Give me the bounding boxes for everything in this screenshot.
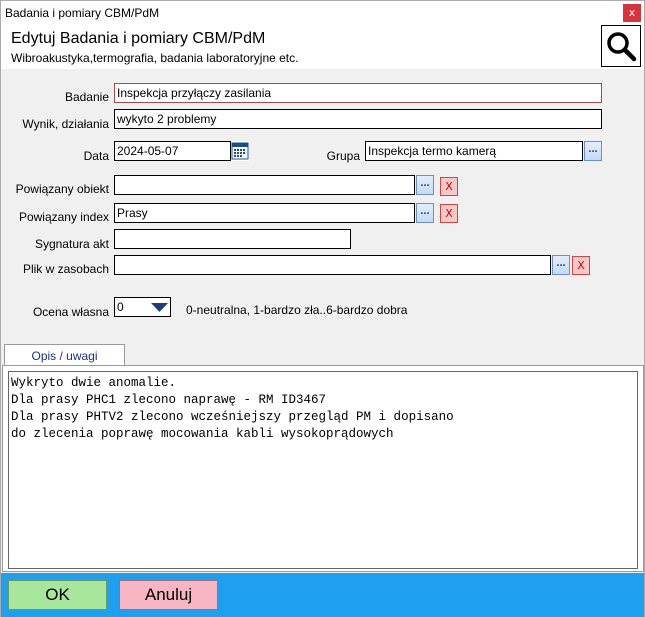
grupa-field[interactable]: Inspekcja termo kamerą xyxy=(365,141,583,161)
search-icon xyxy=(607,32,637,62)
ocena-dropdown-button[interactable] xyxy=(149,297,171,317)
sygnatura-field[interactable] xyxy=(114,229,351,249)
close-button[interactable]: x xyxy=(623,4,641,22)
badanie-field[interactable]: Inspekcja przyłączy zasilania xyxy=(114,83,602,103)
search-button[interactable] xyxy=(601,25,641,67)
footer-bar: OK Anuluj xyxy=(1,573,644,617)
plik-field[interactable] xyxy=(114,255,551,275)
dialog-header: Edytuj Badania i pomiary CBM/PdM Wibroak… xyxy=(1,25,644,69)
index-label: Powiązany index xyxy=(18,210,109,224)
obiekt-browse-button[interactable]: ... xyxy=(416,175,434,195)
badanie-label: Badanie xyxy=(64,90,109,104)
page-title: Edytuj Badania i pomiary CBM/PdM xyxy=(11,30,266,47)
chevron-down-icon xyxy=(151,303,168,312)
page-subtitle: Wibroakustyka,termografia, badania labor… xyxy=(11,51,299,65)
calendar-button[interactable] xyxy=(231,141,249,161)
tab-panel: Wykryto dwie anomalie. Dla prasy PHC1 zl… xyxy=(2,365,644,572)
ocena-select[interactable]: 0 xyxy=(114,297,150,317)
grupa-label: Grupa xyxy=(326,149,360,163)
cancel-button[interactable]: Anuluj xyxy=(119,580,218,610)
wynik-field[interactable]: wykyto 2 problemy xyxy=(114,109,602,129)
date-field[interactable]: 2024-05-07 xyxy=(114,141,231,161)
index-browse-button[interactable]: ... xyxy=(416,203,434,223)
dialog-window: Badania i pomiary CBM/PdM x Edytuj Badan… xyxy=(0,0,645,617)
window-title: Badania i pomiary CBM/PdM xyxy=(5,6,160,20)
wynik-label: Wynik, działania xyxy=(22,117,109,131)
title-bar: Badania i pomiary CBM/PdM x xyxy=(1,1,644,25)
ocena-hint: 0-neutralna, 1-bardzo zła..6-bardzo dobr… xyxy=(186,303,408,317)
index-clear-button[interactable]: X xyxy=(440,204,458,223)
obiekt-clear-button[interactable]: X xyxy=(440,177,458,196)
grupa-browse-button[interactable]: ... xyxy=(584,141,602,161)
plik-clear-button[interactable]: X xyxy=(572,256,590,275)
ocena-label: Ocena własna xyxy=(32,305,109,319)
plik-label: Plik w zasobach xyxy=(22,262,109,276)
data-label: Data xyxy=(83,149,109,163)
plik-browse-button[interactable]: ... xyxy=(552,255,570,275)
obiekt-field[interactable] xyxy=(114,175,415,195)
ok-button[interactable]: OK xyxy=(8,580,107,610)
calendar-icon xyxy=(231,142,249,160)
tab-opis-uwagi[interactable]: Opis / uwagi xyxy=(4,344,125,366)
obiekt-label: Powiązany obiekt xyxy=(15,182,109,196)
index-field[interactable]: Prasy xyxy=(114,203,415,223)
notes-textarea[interactable]: Wykryto dwie anomalie. Dla prasy PHC1 zl… xyxy=(8,371,638,569)
sygnatura-label: Sygnatura akt xyxy=(34,237,109,251)
